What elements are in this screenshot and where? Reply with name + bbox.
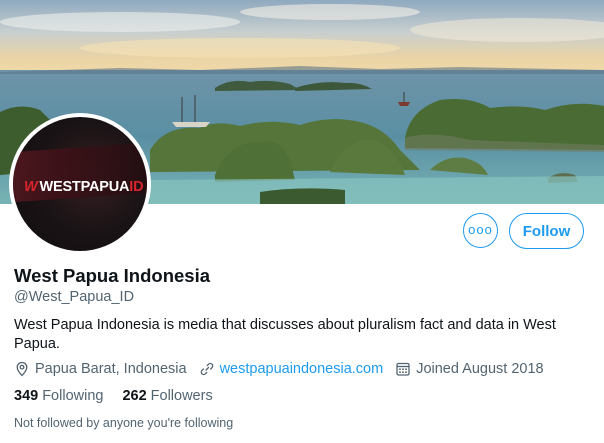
followers-count: 262	[122, 388, 147, 404]
following-label: Following	[42, 388, 104, 404]
location-item: Papua Barat, Indonesia	[14, 361, 187, 377]
avatar-logo-suffix: ID	[129, 179, 144, 195]
social-context-note: Not followed by anyone you're following	[14, 416, 234, 430]
profile-avatar[interactable]: W WESTPAPUAID	[9, 113, 151, 255]
location-pin-icon	[16, 361, 28, 377]
location-text: Papua Barat, Indonesia	[35, 361, 187, 377]
avatar-logo-mark: W	[24, 179, 38, 195]
website-item[interactable]: westpapuaindonesia.com	[199, 361, 384, 377]
joined-text: Joined August 2018	[416, 361, 544, 377]
profile-bio: West Papua Indonesia is media that discu…	[14, 317, 556, 352]
avatar-logo: W WESTPAPUAID	[24, 179, 144, 195]
display-name: West Papua Indonesia	[14, 265, 211, 286]
calendar-icon	[396, 362, 410, 376]
follow-button[interactable]: Follow	[509, 213, 584, 249]
link-icon	[200, 362, 213, 376]
more-options-icon: ooo	[468, 222, 493, 237]
followers-label: Followers	[150, 388, 213, 404]
follow-stats: 349 Following 262 Followers	[14, 388, 232, 404]
joined-item: Joined August 2018	[395, 361, 544, 377]
user-handle: @West_Papua_ID	[14, 289, 135, 305]
avatar-logo-name: WESTPAPUA	[39, 179, 130, 195]
followers-link[interactable]: 262 Followers	[122, 388, 212, 404]
following-count: 349	[14, 388, 39, 404]
website-link[interactable]: westpapuaindonesia.com	[220, 361, 384, 377]
following-link[interactable]: 349 Following	[14, 388, 103, 404]
more-options-button[interactable]: ooo	[463, 213, 498, 248]
avatar-image: W WESTPAPUAID	[13, 117, 147, 251]
profile-meta: Papua Barat, Indonesia westpapuaindonesi…	[14, 360, 556, 378]
